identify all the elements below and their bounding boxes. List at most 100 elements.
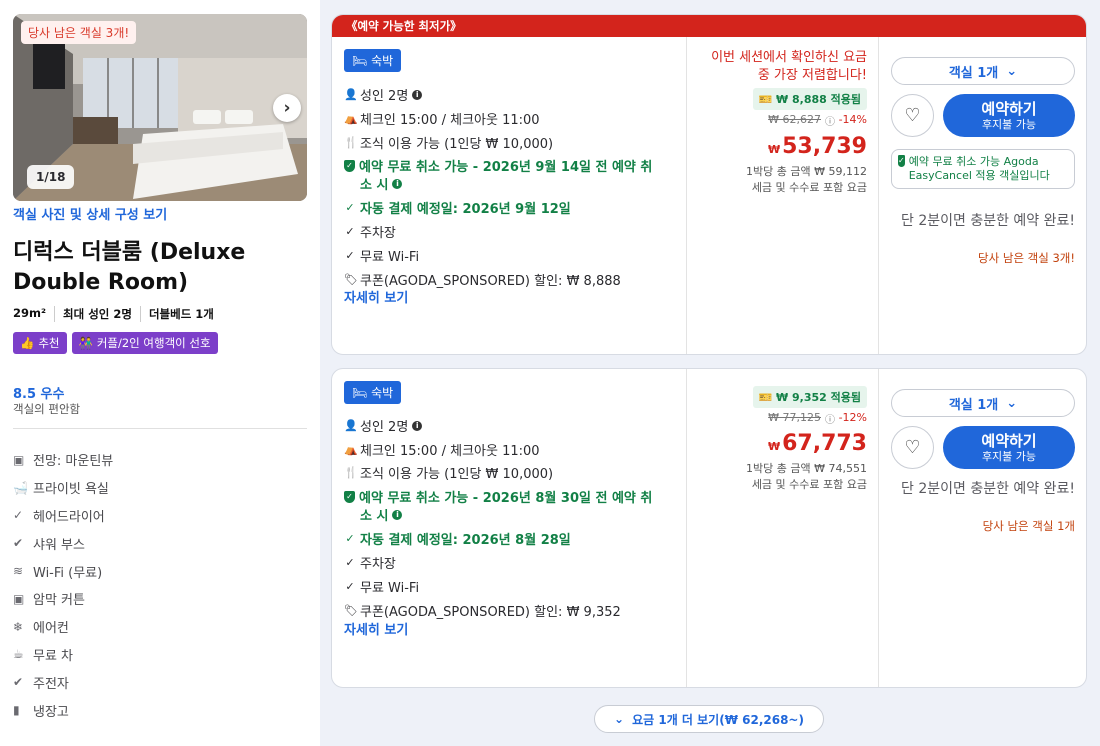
- room-photo[interactable]: 당사 남은 객실 3개! › 1/18: [13, 14, 307, 201]
- discount-percent: -12%: [838, 411, 867, 424]
- amenity-label: 무료 차: [33, 648, 74, 664]
- offer-card: 《예약 가능한 최저가》 🛏 숙박 👤 성인 2명 i ⛺ 체크인 15:00 / 체…: [331, 14, 1087, 355]
- feature-adults: 👤 성인 2명 i: [344, 416, 423, 435]
- quick-booking-message: 단 2분이면 충분한 예약 완료!: [901, 213, 1075, 229]
- heart-icon: ♡: [904, 437, 921, 458]
- amenity-label: Wi-Fi (무료): [33, 565, 103, 581]
- amenity-item: ☕ 무료 차: [13, 641, 113, 669]
- feature-label: 예약 무료 취소 가능 - 2026년 9월 14일 전 예약 취: [359, 160, 653, 175]
- wifi-icon: ≋: [13, 564, 24, 579]
- room-info-column: 당사 남은 객실 3개! › 1/18 객실 사진 및 상세 구성 보기 디럭스…: [0, 0, 320, 746]
- price-value: 53,739: [782, 134, 867, 159]
- feature-label: 조식 이용 가능 (1인당 ₩ 10,000): [360, 137, 554, 152]
- offers-area: 《예약 가능한 최저가》 🛏 숙박 👤 성인 2명 i ⛺ 체크인 15:00 / 체…: [320, 0, 1100, 746]
- feature-label: 무료 Wi-Fi: [360, 250, 420, 265]
- check-icon: ✓: [345, 225, 355, 238]
- tag-icon: 🏷: [344, 604, 358, 617]
- cutlery-icon: 🍴: [344, 136, 358, 149]
- photo-counter: 1/18: [27, 165, 75, 189]
- coupon-applied-badge: 🎫 ₩ 9,352 적용됨: [752, 386, 867, 408]
- feature-label: 소 시: [360, 178, 389, 193]
- more-rates-label: 요금 1개 더 보기(₩ 62,268~): [632, 712, 804, 727]
- person-icon: 👤: [344, 419, 358, 432]
- feature-label: 체크인 15:00 / 체크아웃 11:00: [360, 444, 540, 459]
- more-rates-button[interactable]: ⌄ 요금 1개 더 보기(₩ 62,268~): [594, 705, 824, 733]
- amenity-label: 전망: 마운틴뷰: [33, 454, 114, 470]
- book-button[interactable]: 예약하기 후지불 가능: [943, 94, 1075, 137]
- feature-free-cancel: ✓ 예약 무료 취소 가능 - 2026년 9월 14일 전 예약 취: [344, 156, 652, 175]
- book-button[interactable]: 예약하기 후지불 가능: [943, 426, 1075, 469]
- chevron-down-icon: ⌄: [1006, 395, 1018, 411]
- book-label: 예약하기: [981, 432, 1037, 450]
- offer-card: 🛏 숙박 👤 성인 2명 i ⛺ 체크인 15:00 / 체크아웃 11:00 🍴 조식…: [331, 368, 1087, 688]
- offer-features: 🛏 숙박 👤 성인 2명 i ⛺ 체크인 15:00 / 체크아웃 11:00 🍴 조식…: [332, 369, 686, 687]
- thumbs-up-icon: 👍: [20, 336, 35, 350]
- feature-breakfast: 🍴 조식 이용 가능 (1인당 ₩ 10,000): [344, 133, 553, 152]
- review-score: 8.5 우수: [13, 387, 65, 402]
- amenity-item: ≋ Wi-Fi (무료): [13, 557, 113, 585]
- amenity-item: ✔ 주전자: [13, 668, 113, 696]
- amenity-item: 🛁 프라이빗 욕실: [13, 474, 113, 502]
- info-circle-icon[interactable]: ⓘ: [825, 411, 835, 426]
- feature-coupon: 🏷 쿠폰(AGODA_SPONSORED) 할인: ₩ 9,352: [344, 601, 621, 620]
- offer-price: 이번 세션에서 확인하신 요금 중 가장 저렴합니다! 🎫 ₩ 8,888 적용…: [686, 37, 878, 354]
- feature-autopay: ✓ 자동 결제 예정일: 2026년 8월 28일: [344, 529, 570, 548]
- photo-details-link[interactable]: 객실 사진 및 상세 구성 보기: [13, 204, 167, 223]
- bath-icon: 🛁: [13, 480, 28, 495]
- check-icon: ✓: [13, 508, 24, 523]
- coupon-badge-label: ₩ 9,352 적용됨: [776, 391, 861, 404]
- check-icon: ✓: [345, 249, 355, 262]
- original-price: ₩ 77,125: [768, 411, 821, 424]
- amenity-item: ▮ 냉장고: [13, 696, 113, 724]
- check-icon: ✓: [345, 201, 355, 214]
- feature-free-cancel-cont: 소 시i: [360, 174, 403, 193]
- feature-label: 예약 무료 취소 가능 - 2026년 8월 30일 전 예약 취: [359, 491, 653, 506]
- feature-wifi: ✓ 무료 Wi-Fi: [344, 246, 419, 265]
- chevron-down-icon: ⌄: [614, 712, 625, 726]
- fridge-icon: ▮: [13, 703, 20, 718]
- review-score-label: 객실의 편안함: [13, 402, 81, 416]
- amenity-item: ▣ 암막 커튼: [13, 585, 113, 613]
- divider: [13, 428, 307, 429]
- feature-free-cancel-cont: 소 시i: [360, 505, 403, 524]
- offer-actions: 객실 1개 ⌄ ♡ 예약하기 후지불 가능 ✓ 예약 무료 취소 가능 Agoda E…: [878, 37, 1086, 354]
- room-specs: 29m² 최대 성인 2명 더블베드 1개: [13, 306, 222, 322]
- info-icon[interactable]: i: [412, 89, 423, 100]
- heart-icon: ♡: [904, 105, 921, 126]
- amenity-label: 헤어드라이어: [33, 509, 105, 525]
- original-price: ₩ 62,627: [768, 113, 821, 126]
- tax-note: 세금 및 수수료 포함 요금: [751, 181, 867, 194]
- amenity-label: 주전자: [33, 676, 69, 692]
- feature-label: 쿠폰(AGODA_SPONSORED) 할인: ₩ 9,352: [360, 605, 621, 620]
- checkin-icon: ⛺: [344, 443, 358, 456]
- room-name: 디럭스 더블룸 (Deluxe Double Room): [13, 240, 246, 295]
- feature-label: 조식 이용 가능 (1인당 ₩ 10,000): [360, 467, 554, 482]
- offer-features: 🛏 숙박 👤 성인 2명 i ⛺ 체크인 15:00 / 체크아웃 11:00 🍴 조식…: [332, 37, 686, 354]
- favorite-button[interactable]: ♡: [891, 426, 934, 469]
- tag-recommended: 👍 추천: [13, 332, 67, 354]
- amenity-label: 냉장고: [33, 704, 69, 720]
- amenity-item: ▣ 전망: 마운틴뷰: [13, 446, 113, 474]
- curtain-icon: ▣: [13, 591, 25, 606]
- info-circle-icon[interactable]: ⓘ: [825, 113, 835, 128]
- book-label: 예약하기: [981, 100, 1037, 118]
- room-bed: 더블베드 1개: [139, 306, 222, 322]
- amenity-label: 프라이빗 욕실: [33, 482, 109, 498]
- feature-parking: ✓ 주차장: [344, 222, 396, 241]
- feature-label: 자동 결제 예정일: 2026년 9월 12일: [360, 202, 571, 217]
- details-link[interactable]: 자세히 보기: [344, 287, 408, 306]
- room-count-value: 객실 1개: [948, 65, 999, 81]
- next-photo-button[interactable]: ›: [273, 94, 301, 122]
- info-icon[interactable]: i: [412, 420, 423, 431]
- feature-label: 소 시: [360, 509, 389, 524]
- feature-adults: 👤 성인 2명 i: [344, 85, 423, 104]
- room-count-select[interactable]: 객실 1개 ⌄: [891, 57, 1075, 85]
- info-icon[interactable]: i: [392, 178, 403, 189]
- info-icon[interactable]: i: [392, 509, 403, 520]
- chevron-right-icon: ›: [283, 98, 291, 118]
- rooms-left: 당사 남은 객실 3개!: [978, 251, 1075, 265]
- details-link[interactable]: 자세히 보기: [344, 619, 408, 638]
- room-count-select[interactable]: 객실 1개 ⌄: [891, 389, 1075, 417]
- check-icon: ✓: [345, 532, 355, 545]
- favorite-button[interactable]: ♡: [891, 94, 934, 137]
